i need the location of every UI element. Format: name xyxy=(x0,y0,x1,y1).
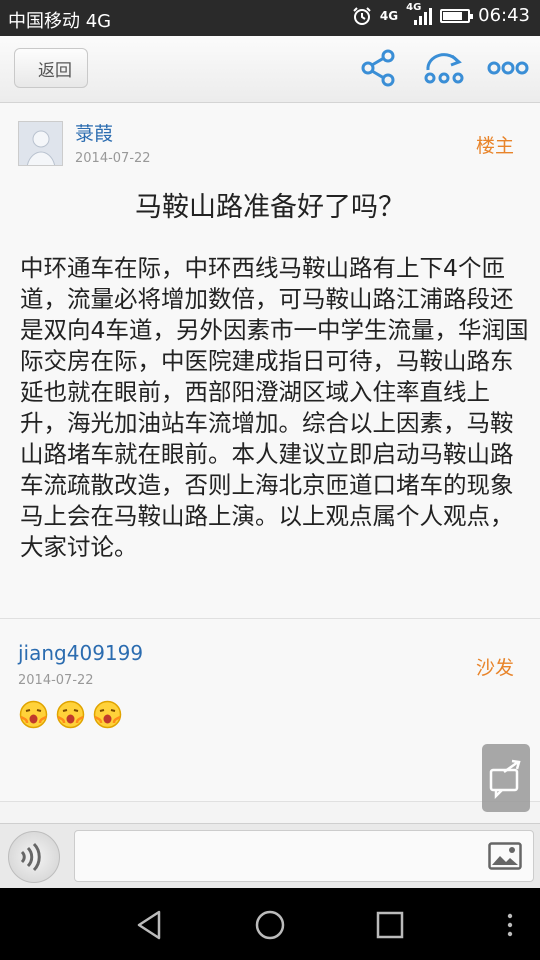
avatar-placeholder-icon xyxy=(19,122,62,165)
back-button[interactable]: 返回 xyxy=(14,48,88,88)
floor-badge: 沙发 xyxy=(475,657,514,679)
battery-icon xyxy=(440,8,474,23)
emoji-icon xyxy=(93,700,122,729)
reply-item: jiang409199 2014-07-22 沙发 xyxy=(0,619,540,802)
image-icon[interactable] xyxy=(488,842,522,870)
share-icon[interactable] xyxy=(356,48,400,88)
floating-reply-button[interactable] xyxy=(482,744,530,812)
reply-author[interactable]: jiang409199 xyxy=(18,641,143,665)
reply-chat-icon xyxy=(489,759,521,800)
reply-text-input[interactable] xyxy=(74,830,534,882)
top-toolbar: 返回 xyxy=(0,36,540,103)
post-title: 马鞍山路准备好了吗？ xyxy=(135,192,405,223)
status-bar: 中国移动 4G 4G 4G 06:43 xyxy=(0,0,540,36)
floor-badge: 楼主 xyxy=(475,135,514,157)
forward-reply-icon[interactable] xyxy=(422,48,466,88)
status-icons: 4G 4G 06:43 xyxy=(352,2,530,26)
voice-icon xyxy=(20,842,41,872)
emoji-icon xyxy=(19,700,48,729)
system-nav-bar xyxy=(0,888,540,960)
post-author[interactable]: 菉葭 xyxy=(75,119,113,146)
emoji-icon xyxy=(56,700,85,729)
post-date: 2014-07-22 xyxy=(75,151,151,166)
back-nav-icon[interactable] xyxy=(133,908,167,942)
menu-nav-icon[interactable] xyxy=(493,908,527,942)
back-label: 返回 xyxy=(38,60,72,81)
post-body: 中环通车在际，中环西线马鞍山路有上下4个匝道，流量必将增加数倍，可马鞍山路江浦路… xyxy=(20,254,529,561)
reply-input-bar xyxy=(0,823,540,889)
voice-input-button[interactable] xyxy=(8,831,60,883)
network-type-label: 4G xyxy=(379,8,399,23)
recents-nav-icon[interactable] xyxy=(373,908,407,942)
carrier-label: 中国移动 4G xyxy=(8,11,112,32)
reply-emojis xyxy=(18,699,123,730)
original-post: 菉葭 2014-07-22 楼主 马鞍山路准备好了吗？ 中环通车在际，中环西线马… xyxy=(0,103,540,619)
signal-icon: 4G xyxy=(406,2,433,26)
more-icon[interactable] xyxy=(486,48,530,88)
avatar[interactable] xyxy=(18,121,63,166)
reply-date: 2014-07-22 xyxy=(18,673,94,688)
alarm-icon xyxy=(353,6,371,25)
clock: 06:43 xyxy=(478,5,530,26)
home-nav-icon[interactable] xyxy=(253,908,287,942)
